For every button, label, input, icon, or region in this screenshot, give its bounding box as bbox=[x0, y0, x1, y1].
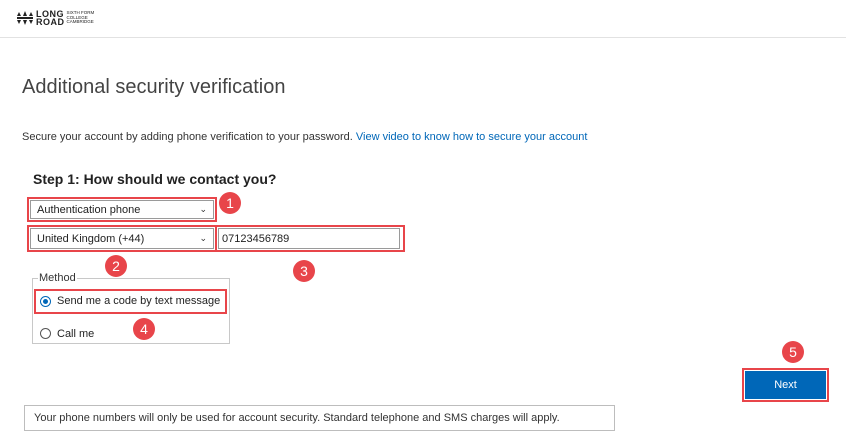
highlight-box-2 bbox=[27, 225, 217, 252]
call-me-radio[interactable] bbox=[40, 328, 51, 339]
intro-text: Secure your account by adding phone veri… bbox=[22, 131, 356, 143]
college-logo: LONG ROAD SIXTH FORM COLLEGE CAMBRIDGE bbox=[16, 9, 105, 27]
call-me-label[interactable]: Call me bbox=[57, 328, 94, 340]
method-legend: Method bbox=[38, 272, 77, 284]
top-header bbox=[0, 0, 846, 38]
page-title: Additional security verification bbox=[22, 76, 286, 98]
privacy-note: Your phone numbers will only be used for… bbox=[24, 405, 615, 431]
callout-badge-1: 1 bbox=[219, 192, 241, 214]
step-heading: Step 1: How should we contact you? bbox=[33, 171, 277, 187]
highlight-box-4 bbox=[34, 289, 227, 314]
callout-badge-5: 5 bbox=[782, 341, 804, 363]
callout-badge-4: 4 bbox=[133, 318, 155, 340]
highlight-box-5 bbox=[742, 368, 829, 402]
logo-subtitle: SIXTH FORM COLLEGE CAMBRIDGE bbox=[66, 10, 95, 25]
callout-badge-3: 3 bbox=[293, 260, 315, 282]
logo-star-icon bbox=[17, 11, 33, 25]
logo-wordmark: LONG ROAD bbox=[36, 9, 65, 27]
intro-paragraph: Secure your account by adding phone veri… bbox=[22, 131, 587, 143]
callout-badge-2: 2 bbox=[105, 255, 127, 277]
video-link[interactable]: View video to know how to secure your ac… bbox=[356, 131, 588, 143]
highlight-box-3 bbox=[215, 225, 405, 252]
highlight-box-1 bbox=[27, 197, 217, 222]
